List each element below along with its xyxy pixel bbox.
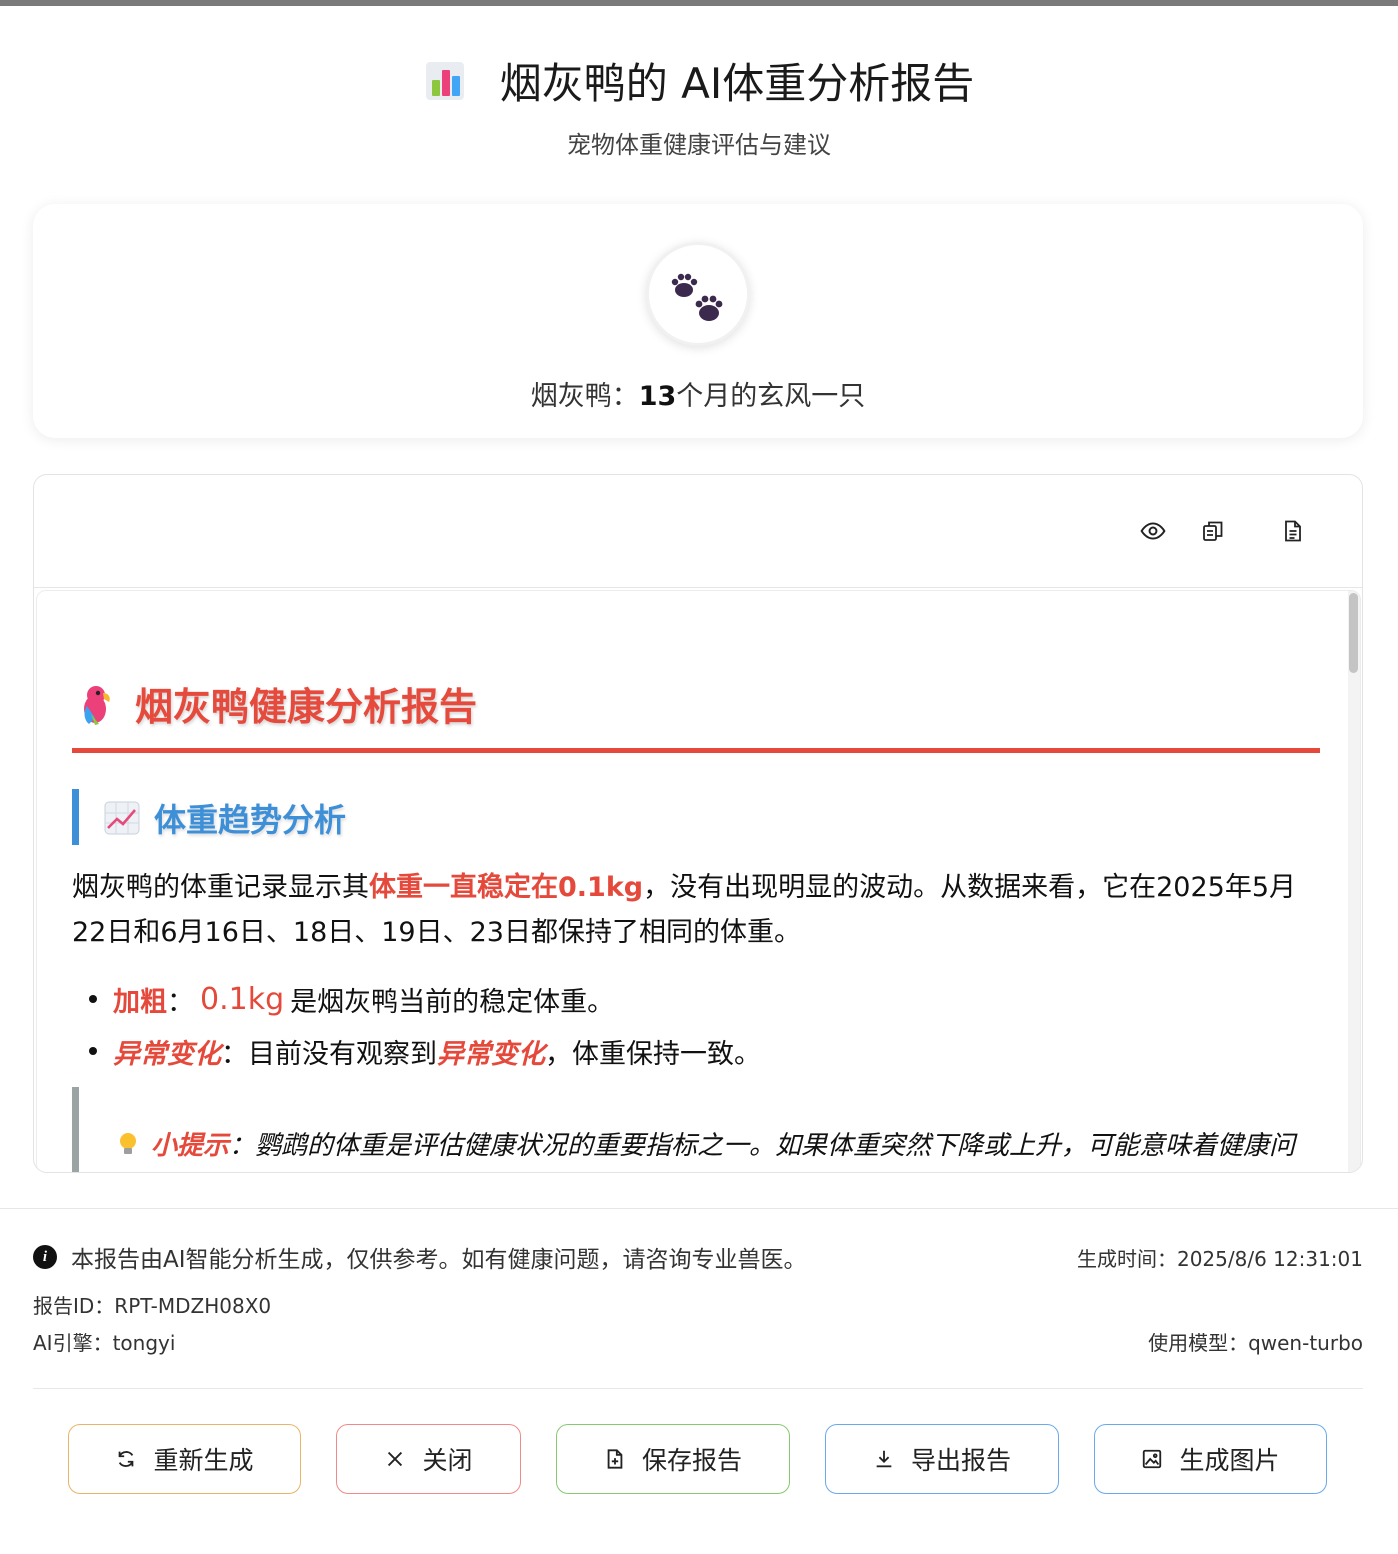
footer-divider-2 — [33, 1388, 1363, 1389]
image-icon — [1143, 1449, 1162, 1469]
pet-name-label: 烟灰鸭： — [530, 381, 639, 412]
report-toolbar — [34, 475, 1362, 588]
image-label: 生成图片 — [1179, 1446, 1280, 1475]
paragraph-text: 烟灰鸭的体重记录显示其 — [72, 872, 369, 903]
list-item: 加粗： 0.1kg 是烟灰鸭当前的稳定体重。 — [89, 973, 761, 1025]
page-title-text: 烟灰鸭的 AI体重分析报告 — [499, 59, 975, 108]
file-add-icon — [607, 1449, 623, 1469]
trend-paragraph: 烟灰鸭的体重记录显示其体重一直稳定在0.1kg，没有出现明显的波动。从数据来看，… — [72, 865, 1322, 955]
generated-time: 生成时间：2025/8/6 12:31:01 — [1076, 1247, 1363, 1271]
weight-value: 0.1kg — [200, 981, 285, 1017]
bullet-text: 是烟灰鸭当前的稳定体重。 — [290, 986, 615, 1018]
page-title: 烟灰鸭的 AI体重分析报告 — [424, 50, 974, 111]
ai-engine: AI引擎：tongyi — [33, 1331, 176, 1355]
pet-age: 13 — [638, 381, 677, 412]
bullet-dot — [89, 1047, 97, 1055]
bullet-label: 加粗 — [113, 986, 167, 1018]
generate-image-button[interactable]: 生成图片 — [1094, 1424, 1327, 1494]
paw-prints-icon — [671, 273, 723, 321]
document-icon — [1285, 520, 1301, 542]
close-icon — [388, 1451, 403, 1467]
pet-description: 烟灰鸭：13个月的玄风一只 — [33, 374, 1363, 413]
bullet-sep: ： — [167, 986, 194, 1018]
scrollbar-thumb[interactable] — [1349, 593, 1358, 673]
export-label: 导出报告 — [910, 1446, 1011, 1475]
pet-info-card: 烟灰鸭：13个月的玄风一只 — [33, 204, 1363, 438]
title-underline — [72, 748, 1320, 753]
bullet-list: 加粗： 0.1kg 是烟灰鸭当前的稳定体重。 异常变化：目前没有观察到 异常变化 ，体重… — [89, 973, 761, 1077]
section-title-text: 体重趋势分析 — [154, 801, 347, 839]
bullet-sep: ： — [221, 1038, 248, 1070]
section-title: 体重趋势分析 — [104, 795, 346, 841]
preview-button[interactable] — [1139, 517, 1167, 545]
tip-block: 小提示 ：鹦鹉的体重是评估健康状况的重要指标之一。如果体重突然下降或上升，可能意味… — [115, 1125, 1295, 1162]
content-scrollbar[interactable] — [1348, 591, 1360, 1172]
regenerate-label: 重新生成 — [153, 1446, 254, 1475]
save-label: 保存报告 — [641, 1446, 742, 1475]
text-view-button[interactable] — [1279, 517, 1307, 545]
bar-chart-icon — [424, 60, 466, 102]
bullet-text: 目前没有观察到 — [248, 1038, 437, 1070]
export-report-button[interactable]: 导出报告 — [825, 1424, 1059, 1494]
copy-icon — [1203, 521, 1223, 541]
parrot-icon — [84, 685, 110, 725]
regenerate-button[interactable]: 重新生成 — [68, 1424, 301, 1494]
download-icon — [876, 1450, 892, 1468]
weight-highlight: 体重一直稳定在0.1kg — [369, 872, 644, 903]
page-header: 烟灰鸭的 AI体重分析报告 宠物体重健康评估与建议 — [0, 50, 1398, 160]
lightbulb-icon — [120, 1132, 136, 1154]
section-accent-bar — [72, 789, 79, 845]
ai-model: 使用模型：qwen-turbo — [1148, 1331, 1363, 1355]
bullet-dot — [89, 995, 97, 1003]
close-button[interactable]: 关闭 — [336, 1424, 521, 1494]
report-title-text: 烟灰鸭健康分析报告 — [135, 685, 478, 729]
eye-icon — [1140, 522, 1166, 540]
close-label: 关闭 — [422, 1446, 473, 1475]
save-report-button[interactable]: 保存报告 — [556, 1424, 790, 1494]
copy-button[interactable] — [1199, 517, 1227, 545]
list-item: 异常变化：目前没有观察到 异常变化 ，体重保持一致。 — [89, 1025, 761, 1077]
info-icon: i — [33, 1245, 57, 1269]
report-panel: 烟灰鸭健康分析报告 体重趋势分析 烟灰鸭的体重记录显示其体重一直稳定在0.1kg… — [33, 474, 1363, 1173]
disclaimer-text: 本报告由AI智能分析生成，仅供参考。如有健康问题，请咨询专业兽医。 — [71, 1247, 807, 1273]
pet-avatar — [646, 242, 750, 346]
refresh-icon — [119, 1451, 134, 1467]
trend-chart-icon — [104, 801, 140, 835]
report-id: 报告ID：RPT-MDZH08X0 — [33, 1294, 272, 1318]
report-content[interactable]: 烟灰鸭健康分析报告 体重趋势分析 烟灰鸭的体重记录显示其体重一直稳定在0.1kg… — [36, 590, 1361, 1172]
bullet-text-cont: ，体重保持一致。 — [545, 1038, 761, 1070]
pet-species: 个月的玄风一只 — [676, 381, 866, 412]
bullet-label: 异常变化 — [113, 1038, 221, 1070]
footer-divider — [0, 1208, 1398, 1209]
tip-label: 小提示 — [151, 1131, 230, 1161]
tip-quote-bar — [72, 1087, 79, 1172]
tip-text: ：鹦鹉的体重是评估健康状况的重要指标之一。如果体重突然下降或上升，可能意味着健康… — [229, 1131, 1296, 1161]
page-subtitle: 宠物体重健康评估与建议 — [567, 131, 831, 159]
bullet-emphasis: 异常变化 — [437, 1038, 545, 1070]
top-border — [0, 0, 1398, 6]
report-title: 烟灰鸭健康分析报告 — [73, 676, 477, 731]
disclaimer: i 本报告由AI智能分析生成，仅供参考。如有健康问题，请咨询专业兽医。 — [33, 1240, 807, 1274]
